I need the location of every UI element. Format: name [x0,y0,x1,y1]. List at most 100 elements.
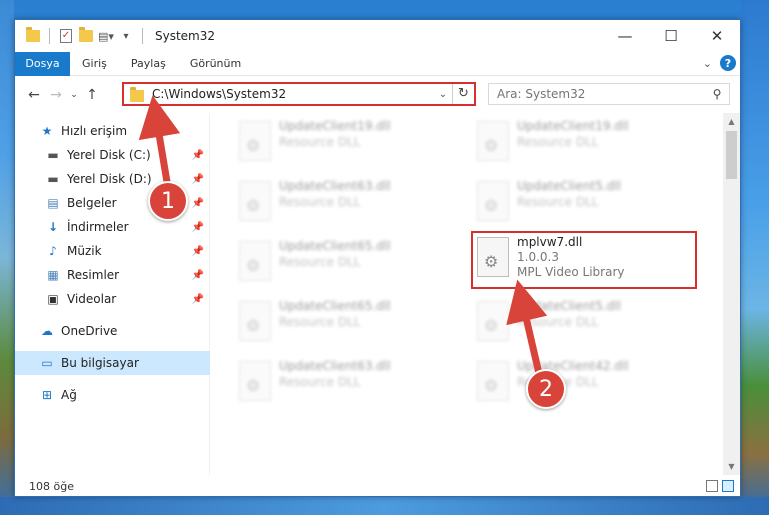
drive-icon: ▬ [47,148,59,162]
file-list: ⚙ UpdateClient19.dll Resource DLL ⚙ Updat… [213,113,723,475]
sidebar-item-label: Yerel Disk (C:) [67,148,151,162]
sidebar-item-this-pc[interactable]: ▭ Bu bilgisayar [15,351,210,375]
file-version: 1.0.0.3 [517,250,559,264]
file-item[interactable]: ⚙ UpdateClient5.dll Resource DLL [473,295,693,347]
tab-file[interactable]: Dosya [15,51,70,76]
pin-icon[interactable]: 📌 [192,150,204,161]
pin-icon[interactable]: 📌 [192,246,204,257]
ribbon-right: ⌄ ? [703,55,736,71]
search-icon[interactable]: ⚲ [705,87,729,101]
pin-icon[interactable]: 📌 [192,198,204,209]
pin-icon[interactable]: 📌 [192,294,204,305]
address-path[interactable]: C:\Windows\System32 [152,87,434,101]
file-description: Resource DLL [279,375,361,389]
file-item[interactable]: ⚙ UpdateClient19.dll Resource DLL [235,115,455,167]
sidebar-item-local-disk-c[interactable]: ▬ Yerel Disk (C:) 📌 [15,143,210,167]
close-button[interactable]: ✕ [694,20,740,52]
sidebar-item-label: Hızlı erişim [61,124,128,138]
pin-icon[interactable]: 📌 [192,222,204,233]
sidebar-item-music[interactable]: ♪ Müzik 📌 [15,239,210,263]
view-switcher [706,480,734,492]
toolbar-dropdown-icon[interactable]: ▾ [118,28,134,44]
file-name: UpdateClient5.dll [517,179,621,193]
dll-file-icon: ⚙ [239,361,271,401]
details-view-icon[interactable] [706,480,718,492]
refresh-icon[interactable]: ↻ [452,84,474,104]
dll-file-icon: ⚙ [239,241,271,281]
scroll-up-icon[interactable]: ▲ [723,113,740,130]
up-arrow-icon[interactable]: ↑ [81,87,103,103]
scroll-down-icon[interactable]: ▼ [723,458,740,475]
sidebar-item-onedrive[interactable]: ☁ OneDrive [15,319,210,343]
address-dropdown-icon[interactable]: ⌄ [434,89,452,100]
search-box[interactable]: ⚲ [488,83,730,105]
sidebar-item-network[interactable]: ⊞ Ağ [15,383,210,407]
pin-icon[interactable]: 📌 [192,174,204,185]
file-name: mplvw7.dll [517,235,583,249]
help-icon[interactable]: ? [720,55,736,71]
file-item[interactable]: ⚙ UpdateClient19.dll Resource DLL [473,115,693,167]
file-item[interactable]: ⚙ UpdateClient5.dll Resource DLL [473,175,693,227]
sidebar-item-label: OneDrive [61,324,118,338]
vertical-scrollbar[interactable]: ▲ ▼ [723,113,740,475]
sidebar-item-downloads[interactable]: ↓ İndirmeler 📌 [15,215,210,239]
tab-view[interactable]: Görünüm [178,57,253,70]
sidebar-item-label: Ağ [61,388,77,402]
folder-icon[interactable] [25,27,41,44]
expand-ribbon-icon[interactable]: ⌄ [703,57,712,70]
file-item-mplvw7[interactable]: ⚙ mplvw7.dll 1.0.0.3 MPL Video Library [471,231,697,289]
search-input[interactable] [497,87,705,101]
drive-icon: ▬ [47,172,59,186]
dll-file-icon: ⚙ [477,121,509,161]
customize-toolbar-icon[interactable]: ▤▾ [98,28,114,44]
dll-file-icon: ⚙ [477,181,509,221]
forward-arrow-icon[interactable]: → [45,87,67,103]
sidebar-item-label: Bu bilgisayar [61,356,139,370]
recent-locations-icon[interactable]: ⌄ [67,90,81,100]
minimize-button[interactable]: — [602,20,648,52]
file-item[interactable]: ⚙ UpdateClient65.dll Resource DLL [235,295,455,347]
address-bar[interactable]: C:\Windows\System32 ⌄ ↻ [122,82,476,106]
sidebar-item-quick-access[interactable]: ★ Hızlı erişim [15,119,210,143]
file-name: UpdateClient19.dll [517,119,629,133]
tab-share[interactable]: Paylaş [119,57,178,70]
sidebar-item-label: Resimler [67,268,120,282]
tab-home[interactable]: Giriş [70,57,119,70]
step-1-callout: 1 [148,181,188,221]
file-description: Resource DLL [279,195,361,209]
star-icon: ★ [41,124,53,138]
sidebar-item-label: İndirmeler [67,220,129,234]
back-arrow-icon[interactable]: ← [23,87,45,103]
quick-access-toolbar: ✓ ▤▾ ▾ [15,27,147,44]
sidebar-item-label: Müzik [67,244,102,258]
new-folder-icon[interactable] [78,27,94,44]
file-name: UpdateClient63.dll [279,359,391,373]
properties-icon[interactable]: ✓ [58,28,74,44]
dll-file-icon: ⚙ [239,121,271,161]
sidebar-item-videos[interactable]: ▣ Videolar 📌 [15,287,210,311]
file-description: Resource DLL [517,315,599,329]
ribbon-tabs: Dosya Giriş Paylaş Görünüm ⌄ ? [15,51,740,76]
window-controls: — ☐ ✕ [602,20,740,52]
download-icon: ↓ [47,220,59,234]
pin-icon[interactable]: 📌 [192,270,204,281]
file-item[interactable]: ⚙ UpdateClient63.dll Resource DLL [235,355,455,407]
tiles-view-icon[interactable] [722,480,734,492]
item-count: 108 öğe [29,479,74,493]
scroll-thumb[interactable] [726,131,737,179]
title-bar: ✓ ▤▾ ▾ System32 — ☐ ✕ [15,20,740,52]
file-description: Resource DLL [517,135,599,149]
file-description: MPL Video Library [517,265,625,279]
maximize-button[interactable]: ☐ [648,20,694,52]
file-item[interactable]: ⚙ UpdateClient63.dll Resource DLL [235,175,455,227]
file-name: UpdateClient5.dll [517,299,621,313]
documents-icon: ▤ [47,196,59,210]
sidebar-item-pictures[interactable]: ▦ Resimler 📌 [15,263,210,287]
music-icon: ♪ [49,244,57,258]
file-name: UpdateClient65.dll [279,299,391,313]
divider [49,28,50,44]
file-description: Resource DLL [279,255,361,269]
file-item[interactable]: ⚙ UpdateClient65.dll Resource DLL [235,235,455,287]
computer-icon: ▭ [41,356,53,370]
file-item[interactable]: ⚙ UpdateClient42.dllResource DLL [473,355,693,407]
